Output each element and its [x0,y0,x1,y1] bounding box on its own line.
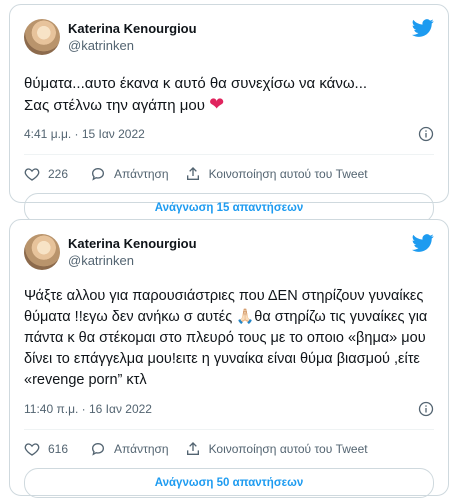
like-count: 616 [48,442,69,456]
divider [24,154,434,155]
tweet-header: Katerina Kenourgiou @katrinken [24,232,434,272]
reply-icon [92,442,105,456]
tweet-header: Katerina Kenourgiou @katrinken [24,17,434,57]
info-icon[interactable] [418,126,434,142]
share-icon [186,442,199,455]
heart-emoji: ❤ [209,94,225,114]
author-handle[interactable]: @katrinken [68,37,197,54]
twitter-bird-icon[interactable] [412,17,434,39]
read-replies-button[interactable]: Ανάγνωση 50 απαντήσεων [24,468,434,498]
author-display-name[interactable]: Katerina Kenourgiou [68,235,197,252]
avatar[interactable] [24,234,60,270]
tweet-meta: 11:40 π.μ. · 16 Ιαν 2022 [24,399,434,419]
info-icon[interactable] [418,401,434,417]
tweet-actions: 616 Απάντηση Κοινοποίηση αυτού του Tweet [24,436,434,462]
tweet-meta: 4:41 μ.μ. · 15 Ιαν 2022 [24,124,434,144]
like-button[interactable]: 226 [24,166,68,182]
tweet-actions: 226 Απάντηση Κοινοποίηση αυτού του Tweet [24,161,434,187]
reply-label: Απάντηση [114,167,169,181]
reply-button[interactable]: Απάντηση [90,166,169,182]
author-display-name[interactable]: Katerina Kenourgiou [68,20,197,37]
like-count: 226 [48,167,69,181]
tweet-text: θύματα...αυτο έκανα κ αυτό θα συνεχίσω ν… [24,73,434,116]
tweet-timestamp[interactable]: 4:41 μ.μ. · 15 Ιαν 2022 [24,127,145,141]
avatar[interactable] [24,19,60,55]
reply-icon [92,167,105,181]
share-button[interactable]: Κοινοποίηση αυτού του Tweet [185,166,368,182]
tweet-card: Katerina Kenourgiou @katrinken θύματα...… [9,4,449,223]
share-button[interactable]: Κοινοποίηση αυτού του Tweet [185,441,368,457]
tweet-timestamp[interactable]: 11:40 π.μ. · 16 Ιαν 2022 [24,402,152,416]
heart-icon [24,443,40,456]
tweet-text: Ψάξτε αλλου για παρουσιάστριες που ΔΕΝ σ… [24,288,428,388]
twitter-bird-icon[interactable] [412,232,434,254]
tweet-card: Katerina Kenourgiou @katrinken Ψάξτε αλλ… [9,219,449,498]
share-label: Κοινοποίηση αυτού του Tweet [208,167,368,181]
reply-label: Απάντηση [114,442,169,456]
author-names: Katerina Kenourgiou @katrinken [68,235,197,269]
like-button[interactable]: 616 [24,441,68,457]
reply-button[interactable]: Απάντηση [90,441,169,457]
share-label: Κοινοποίηση αυτού του Tweet [208,442,368,456]
author-handle[interactable]: @katrinken [68,252,197,269]
heart-icon [24,168,40,181]
share-icon [186,167,199,180]
tweet-body: θύματα...αυτο έκανα κ αυτό θα συνεχίσω ν… [24,75,368,114]
divider [24,429,434,430]
author-names: Katerina Kenourgiou @katrinken [68,20,197,54]
